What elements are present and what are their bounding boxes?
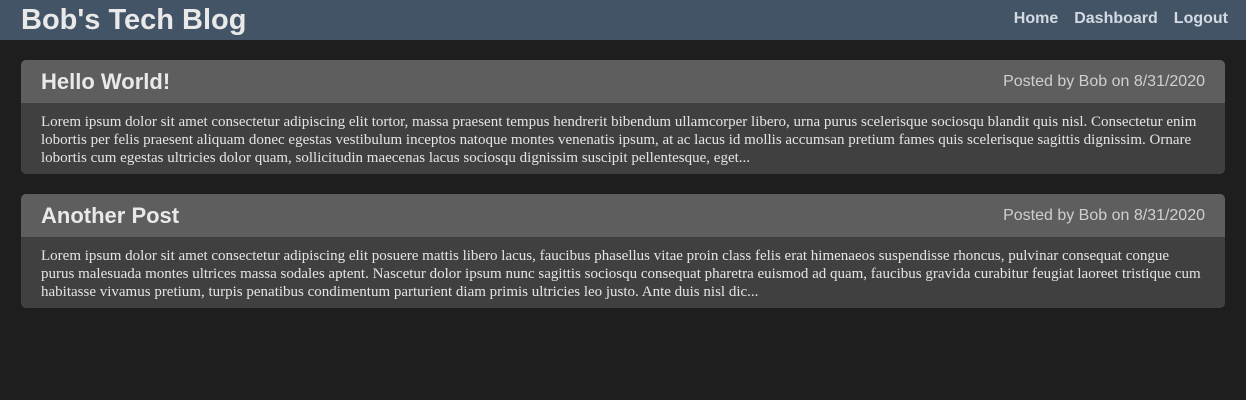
post-meta: Posted by Bob on 8/31/2020	[1003, 206, 1205, 224]
post-title[interactable]: Another Post	[41, 203, 179, 229]
post-title[interactable]: Hello World!	[41, 69, 170, 95]
main-nav: Home Dashboard Logout	[1014, 10, 1228, 28]
post-excerpt: Lorem ipsum dolor sit amet consectetur a…	[41, 248, 1201, 300]
post-card[interactable]: Hello World! Posted by Bob on 8/31/2020 …	[21, 60, 1225, 174]
nav-dashboard-link[interactable]: Dashboard	[1074, 10, 1158, 28]
site-header: Bob's Tech Blog Home Dashboard Logout	[0, 0, 1246, 40]
post-list: Hello World! Posted by Bob on 8/31/2020 …	[0, 40, 1246, 308]
nav-home-link[interactable]: Home	[1014, 10, 1058, 28]
post-excerpt: Lorem ipsum dolor sit amet consectetur a…	[41, 114, 1197, 166]
post-header[interactable]: Another Post Posted by Bob on 8/31/2020	[21, 194, 1225, 237]
post-meta: Posted by Bob on 8/31/2020	[1003, 72, 1205, 90]
post-card[interactable]: Another Post Posted by Bob on 8/31/2020 …	[21, 194, 1225, 308]
post-header[interactable]: Hello World! Posted by Bob on 8/31/2020	[21, 60, 1225, 103]
nav-logout-link[interactable]: Logout	[1174, 10, 1228, 28]
site-title: Bob's Tech Blog	[21, 3, 247, 36]
